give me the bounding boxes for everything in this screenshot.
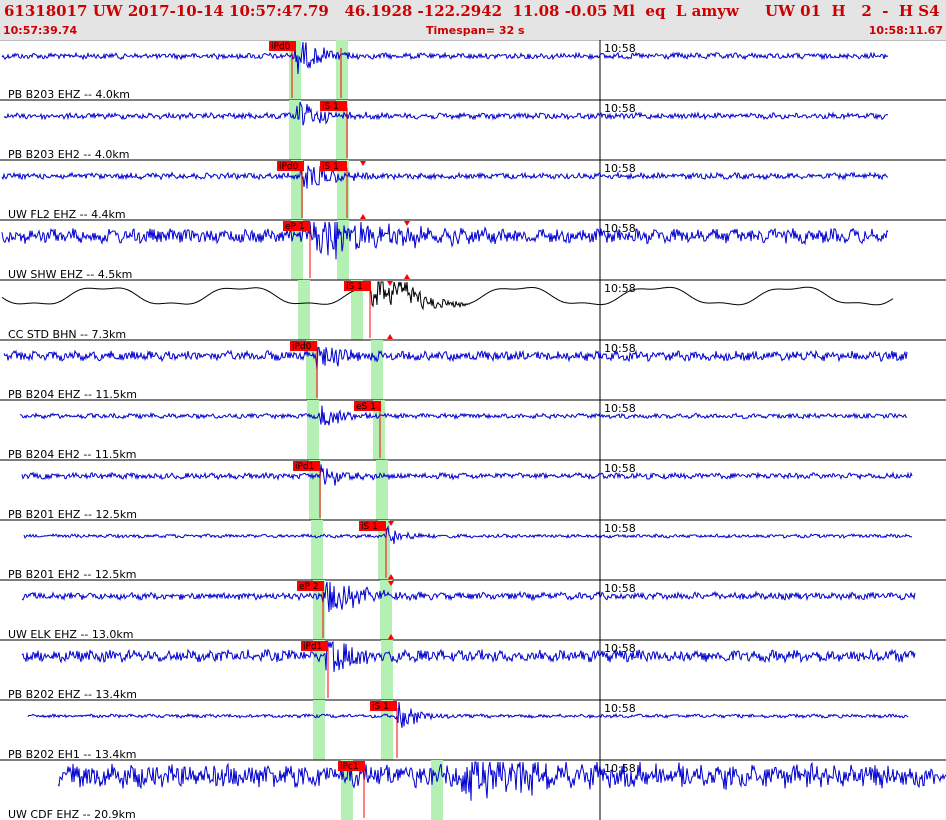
- trace-panel[interactable]: 10:58 iPd0 PB B204 EHZ -- 11.5km: [0, 339, 946, 401]
- trace-panel[interactable]: 10:58 iPd1 PB B202 EHZ -- 13.4km: [0, 639, 946, 701]
- minute-label: 10:58: [604, 522, 636, 535]
- p-window-band: [311, 520, 323, 580]
- station-label: PB B204 EHZ -- 11.5km: [8, 388, 137, 401]
- p-window-band: [307, 400, 319, 460]
- waveform-trace: [1, 41, 889, 75]
- trace-panel[interactable]: 10:58 iPc1 UW CDF EHZ -- 20.9km: [0, 759, 946, 820]
- pick-label: eP 2: [299, 582, 319, 592]
- minute-label: 10:58: [604, 102, 636, 115]
- waveform-trace: [1, 281, 894, 311]
- trace-panel[interactable]: 10:58 iPd1 PB B201 EHZ -- 12.5km: [0, 459, 946, 521]
- waveform-trace: [1, 221, 889, 260]
- minute-label: 10:58: [604, 642, 636, 655]
- minute-label: 10:58: [604, 342, 636, 355]
- amp-marker-icon: [387, 281, 393, 286]
- waveform-trace: [23, 524, 913, 545]
- s-window-band: [376, 460, 388, 520]
- pick-label: iPd0: [271, 42, 291, 52]
- s-window-band: [371, 340, 383, 400]
- station-label: UW SHW EHZ -- 4.5km: [8, 268, 132, 281]
- amp-marker-icon: [387, 334, 393, 339]
- trace-panel[interactable]: 10:58 iS 1 PB B203 EH2 -- 4.0km: [0, 99, 946, 161]
- pick-label: iS 1: [322, 102, 339, 112]
- minute-label: 10:58: [604, 762, 636, 775]
- trace-panel[interactable]: 10:58 eP 2 UW ELK EHZ -- 13.0km: [0, 579, 946, 641]
- pick-label: iPd1: [303, 642, 322, 652]
- minute-label: 10:58: [604, 582, 636, 595]
- trace-panel[interactable]: 10:58 eS 1 PB B204 EH2 -- 11.5km: [0, 399, 946, 461]
- pick-label: iPd1: [295, 462, 314, 472]
- pick-label: eP 1: [285, 222, 305, 232]
- trace-panel[interactable]: 10:58 iS 1 PB B201 EH2 -- 12.5km: [0, 519, 946, 581]
- trace-panel[interactable]: 10:58 iS 1 PB B202 EH1 -- 13.4km: [0, 699, 946, 761]
- station-label: PB B201 EHZ -- 12.5km: [8, 508, 137, 521]
- station-label: PB B204 EH2 -- 11.5km: [8, 448, 136, 461]
- pick-label: eS 1: [356, 402, 376, 412]
- amp-marker-icon: [360, 214, 366, 219]
- station-label: PB B201 EH2 -- 12.5km: [8, 568, 136, 581]
- s-window-band: [380, 580, 392, 640]
- minute-label: 10:58: [604, 42, 636, 55]
- trace-panel[interactable]: 10:58 iS 1 CC STD BHN -- 7.3km: [0, 279, 946, 341]
- pick-label: iS 1: [346, 282, 363, 292]
- waveform-trace: [27, 701, 909, 728]
- s-window-band: [336, 40, 348, 100]
- station-label: CC STD BHN -- 7.3km: [8, 328, 126, 341]
- minute-label: 10:58: [604, 162, 636, 175]
- pick-label: iPd0: [279, 162, 299, 172]
- waveform-viewer: 61318017 UW 2017-10-14 10:57:47.79 46.19…: [0, 0, 946, 820]
- amp-marker-icon: [404, 221, 410, 226]
- minute-label: 10:58: [604, 462, 636, 475]
- station-label: PB B203 EH2 -- 4.0km: [8, 148, 129, 161]
- waveform-trace: [1, 163, 889, 189]
- p-window-band: [313, 700, 325, 760]
- pick-label: iS 1: [372, 702, 389, 712]
- trace-panel[interactable]: 10:58 iPd0 iS 1 UW FL2 EHZ -- 4.4km: [0, 159, 946, 221]
- waveform-trace: [57, 761, 946, 801]
- waveform-trace: [21, 581, 916, 613]
- station-label: UW CDF EHZ -- 20.9km: [8, 808, 136, 820]
- amp-marker-icon: [404, 274, 410, 279]
- station-label: PB B202 EHZ -- 13.4km: [8, 688, 137, 701]
- p-window-band: [298, 280, 310, 340]
- seismogram-panel[interactable]: 10:58 iPd0 PB B203 EHZ -- 4.0km 10:58 iS 1 PB…: [0, 0, 946, 820]
- trace-panel[interactable]: 10:58 iPd0 PB B203 EHZ -- 4.0km: [1, 40, 889, 101]
- station-label: UW ELK EHZ -- 13.0km: [8, 628, 133, 641]
- pick-label: iS 1: [322, 162, 339, 172]
- waveform-trace: [3, 346, 908, 370]
- pick-label: iPd0: [292, 342, 312, 352]
- station-label: PB B202 EH1 -- 13.4km: [8, 748, 136, 761]
- station-label: UW FL2 EHZ -- 4.4km: [8, 208, 126, 221]
- waveform-trace: [21, 640, 916, 672]
- minute-label: 10:58: [604, 402, 636, 415]
- waveform-trace: [20, 405, 907, 426]
- minute-label: 10:58: [604, 282, 636, 295]
- waveform-trace: [21, 464, 913, 486]
- amp-marker-icon: [360, 161, 366, 166]
- s-window-band: [381, 640, 393, 700]
- pick-label: iPc1: [340, 762, 359, 772]
- pick-label: iS 1: [361, 522, 378, 532]
- waveform-trace: [3, 101, 889, 126]
- station-label: PB B203 EHZ -- 4.0km: [8, 88, 130, 101]
- minute-label: 10:58: [604, 222, 636, 235]
- minute-label: 10:58: [604, 702, 636, 715]
- trace-panel[interactable]: 10:58 eP 1 UW SHW EHZ -- 4.5km: [0, 219, 946, 281]
